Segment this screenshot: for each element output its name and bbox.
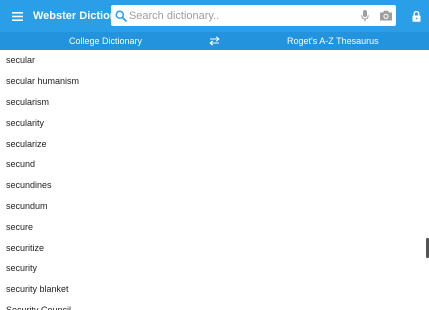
list-item[interactable]: secularity	[0, 112, 429, 133]
tab-rogets-thesaurus[interactable]: Roget's A-Z Thesaurus	[287, 32, 379, 50]
list-item[interactable]: Security Council	[0, 300, 429, 310]
swap-button[interactable]	[208, 35, 220, 47]
dictionary-tab-bar: College Dictionary Roget's A-Z Thesaurus	[0, 32, 429, 50]
list-item[interactable]: security	[0, 258, 429, 279]
magnifier-icon	[113, 10, 129, 22]
word-list[interactable]: secular secular humanism secularism secu…	[0, 50, 429, 310]
search-box[interactable]	[111, 5, 396, 26]
list-item[interactable]: secund	[0, 154, 429, 175]
list-item[interactable]: security blanket	[0, 279, 429, 300]
menu-button[interactable]	[0, 0, 34, 32]
list-item[interactable]: secularism	[0, 92, 429, 113]
tab-college-dictionary[interactable]: College Dictionary	[69, 32, 142, 50]
app-toolbar: Webster Dictionary	[0, 0, 429, 32]
list-item[interactable]: secundum	[0, 196, 429, 217]
list-item[interactable]: secure	[0, 216, 429, 237]
camera-icon[interactable]	[376, 10, 396, 21]
list-item[interactable]: secular humanism	[0, 71, 429, 92]
list-item[interactable]: secular	[0, 50, 429, 71]
microphone-icon[interactable]	[358, 9, 372, 22]
lock-button[interactable]	[407, 7, 425, 25]
search-input[interactable]	[128, 6, 357, 25]
list-item[interactable]: secundines	[0, 175, 429, 196]
hamburger-menu-icon	[11, 11, 23, 21]
lock-icon	[412, 10, 420, 22]
list-item[interactable]: securitize	[0, 237, 429, 258]
list-item[interactable]: secularize	[0, 133, 429, 154]
swap-arrows-icon	[208, 36, 220, 46]
